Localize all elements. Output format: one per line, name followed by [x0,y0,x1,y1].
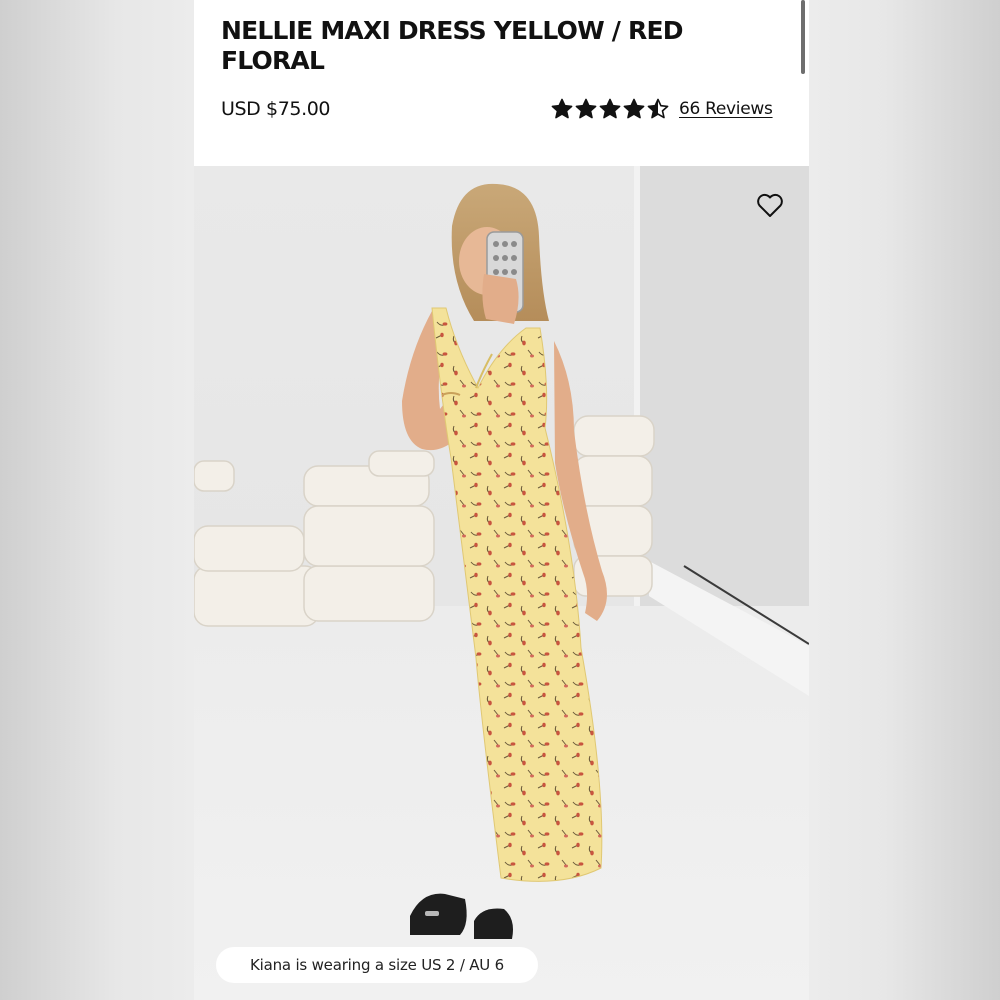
product-header: NELLIE MAXI DRESS YELLOW / RED FLORAL US… [194,0,809,166]
product-image[interactable]: Kiana is wearing a size US 2 / AU 6 [194,166,809,1000]
star-half-icon [647,98,669,119]
heart-icon[interactable] [756,192,784,218]
background-left [0,0,194,1000]
reviews-link[interactable]: 66 Reviews [679,99,773,119]
product-rating[interactable]: 66 Reviews [551,98,773,120]
product-screen: NELLIE MAXI DRESS YELLOW / RED FLORAL US… [194,0,809,1000]
product-photo [194,166,809,1000]
model-size-note: Kiana is wearing a size US 2 / AU 6 [216,947,538,983]
scrollbar[interactable] [801,0,805,74]
star-full-icon [575,98,597,119]
rating-stars [551,98,669,120]
star-full-icon [623,98,645,119]
star-full-icon [551,98,573,119]
product-title: NELLIE MAXI DRESS YELLOW / RED FLORAL [221,16,684,75]
star-full-icon [599,98,621,119]
product-price: USD $75.00 [221,98,331,120]
background-right [809,0,1000,1000]
